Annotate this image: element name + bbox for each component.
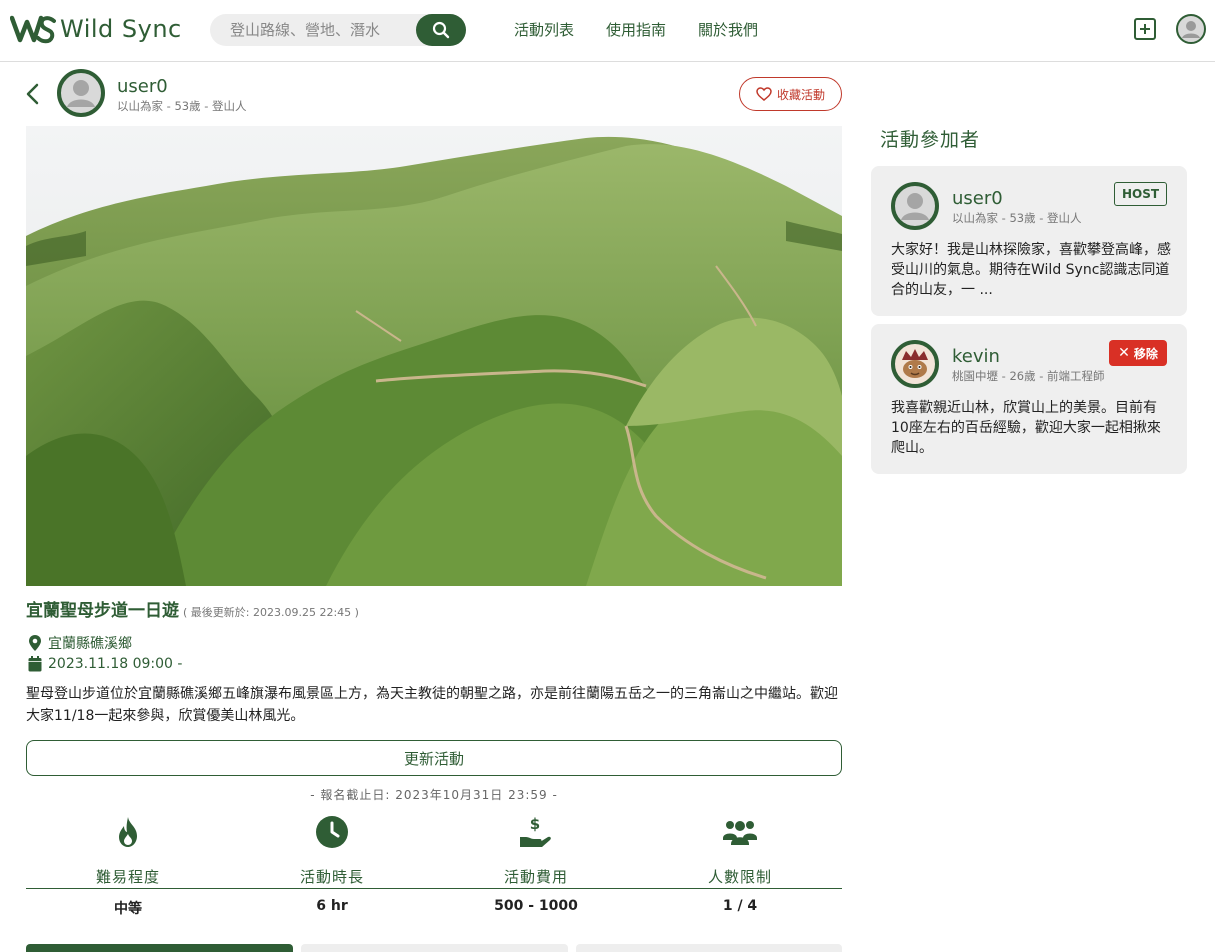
event-title-row: 宜蘭聖母步道一日遊 ( 最後更新於: 2023.09.25 22:45 )	[26, 596, 359, 621]
remove-label: 移除	[1133, 346, 1158, 361]
tab-active[interactable]	[26, 944, 293, 952]
user-avatar-icon[interactable]	[1176, 14, 1206, 44]
event-location-text: 宜蘭縣礁溪鄉	[48, 636, 132, 652]
users-icon	[723, 821, 757, 845]
mountain-photo	[26, 126, 842, 586]
remove-participant-button[interactable]: ✕ 移除	[1109, 340, 1167, 366]
flame-icon	[119, 817, 137, 847]
stat-difficulty: 難易程度 中等	[26, 814, 230, 917]
nav-link-activities[interactable]: 活動列表	[514, 19, 574, 40]
stat-difficulty-label: 難易程度	[95, 868, 160, 886]
host-badge: HOST	[1114, 182, 1167, 206]
heart-icon	[756, 87, 772, 101]
stat-capacity-value: 1 / 4	[722, 898, 758, 914]
participant-avatar[interactable]	[891, 340, 939, 388]
location-pin-icon	[29, 635, 41, 651]
brand-logo[interactable]: Wild Sync	[10, 12, 182, 46]
host-name[interactable]: user0	[117, 76, 168, 97]
money-hand-icon: $	[520, 815, 551, 847]
participant-name[interactable]: kevin	[952, 346, 1000, 367]
favorite-label: 收藏活動	[776, 87, 825, 102]
search-input[interactable]	[210, 14, 416, 46]
stat-fee-value: 500 - 1000	[494, 898, 578, 914]
participant-name[interactable]: user0	[952, 188, 1003, 209]
stat-fee-label: 活動費用	[503, 868, 568, 886]
host-avatar[interactable]	[57, 69, 105, 117]
event-updated: ( 最後更新於: 2023.09.25 22:45 )	[183, 606, 359, 619]
update-activity-button[interactable]: 更新活動	[26, 740, 842, 776]
event-description: 聖母登山步道位於宜蘭縣礁溪鄉五峰旗瀑布風景區上方，為天主教徒的朝聖之路，亦是前往…	[26, 686, 838, 724]
search-icon	[432, 21, 450, 39]
event-stats: 難易程度 中等 活動時長 6 hr $ 活動費用 500 - 1000 人數限制…	[26, 814, 842, 924]
brand-name: Wild Sync	[60, 15, 182, 43]
registration-deadline: - 報名截止日: 2023年10月31日 23:59 -	[310, 788, 558, 802]
nav-link-guide[interactable]: 使用指南	[606, 19, 666, 40]
participants-title: 活動參加者	[880, 129, 981, 151]
search-button[interactable]	[416, 14, 466, 46]
svg-text:$: $	[530, 815, 540, 833]
stat-capacity: 人數限制 1 / 4	[638, 814, 842, 914]
participant-card: kevin 桃園中壢 - 26歲 - 前端工程師 ✕ 移除 我喜歡親近山林，欣賞…	[871, 324, 1187, 474]
calendar-icon	[28, 656, 42, 672]
add-activity-icon[interactable]	[1133, 17, 1157, 41]
wild-sync-logo-icon	[10, 15, 56, 44]
favorite-button[interactable]: 收藏活動	[739, 77, 842, 111]
event-cover-photo	[26, 126, 842, 586]
participant-bio: 我喜歡親近山林，欣賞山上的美景。目前有10座左右的百岳經驗，歡迎大家一起相揪來爬…	[891, 400, 1161, 456]
nav-link-about[interactable]: 關於我們	[698, 19, 758, 40]
stat-fee: $ 活動費用 500 - 1000	[434, 814, 638, 914]
stats-divider	[26, 888, 842, 889]
stat-difficulty-value: 中等	[114, 901, 142, 917]
back-arrow-icon[interactable]	[24, 82, 42, 106]
navbar: Wild Sync 活動列表 使用指南 關於我們	[0, 0, 1215, 62]
participant-avatar[interactable]	[891, 182, 939, 230]
event-date: 2023.11.18 09:00 -	[28, 656, 182, 672]
participant-meta: 以山為家 - 53歲 - 登山人	[952, 211, 1082, 225]
stat-duration: 活動時長 6 hr	[230, 814, 434, 914]
stat-capacity-label: 人數限制	[707, 868, 772, 886]
tab-third[interactable]	[576, 944, 842, 952]
nav-links: 活動列表 使用指南 關於我們	[514, 19, 790, 40]
stat-duration-value: 6 hr	[316, 898, 348, 914]
participant-meta: 桃園中壢 - 26歲 - 前端工程師	[952, 369, 1105, 383]
search-bar	[210, 14, 466, 46]
participant-card: user0 以山為家 - 53歲 - 登山人 HOST 大家好！我是山林探險家，…	[871, 166, 1187, 316]
close-icon: ✕	[1118, 345, 1130, 361]
stat-duration-label: 活動時長	[299, 868, 364, 886]
tab-second[interactable]	[301, 944, 568, 952]
event-date-text: 2023.11.18 09:00 -	[48, 656, 183, 672]
participant-bio: 大家好！我是山林探險家，喜歡攀登高峰，感受山川的氣息。期待在Wild Sync認…	[891, 242, 1171, 298]
event-title: 宜蘭聖母步道一日遊	[26, 601, 179, 621]
event-location: 宜蘭縣礁溪鄉	[28, 633, 132, 653]
host-meta: 以山為家 - 53歲 - 登山人	[117, 99, 247, 113]
clock-icon	[316, 816, 348, 848]
